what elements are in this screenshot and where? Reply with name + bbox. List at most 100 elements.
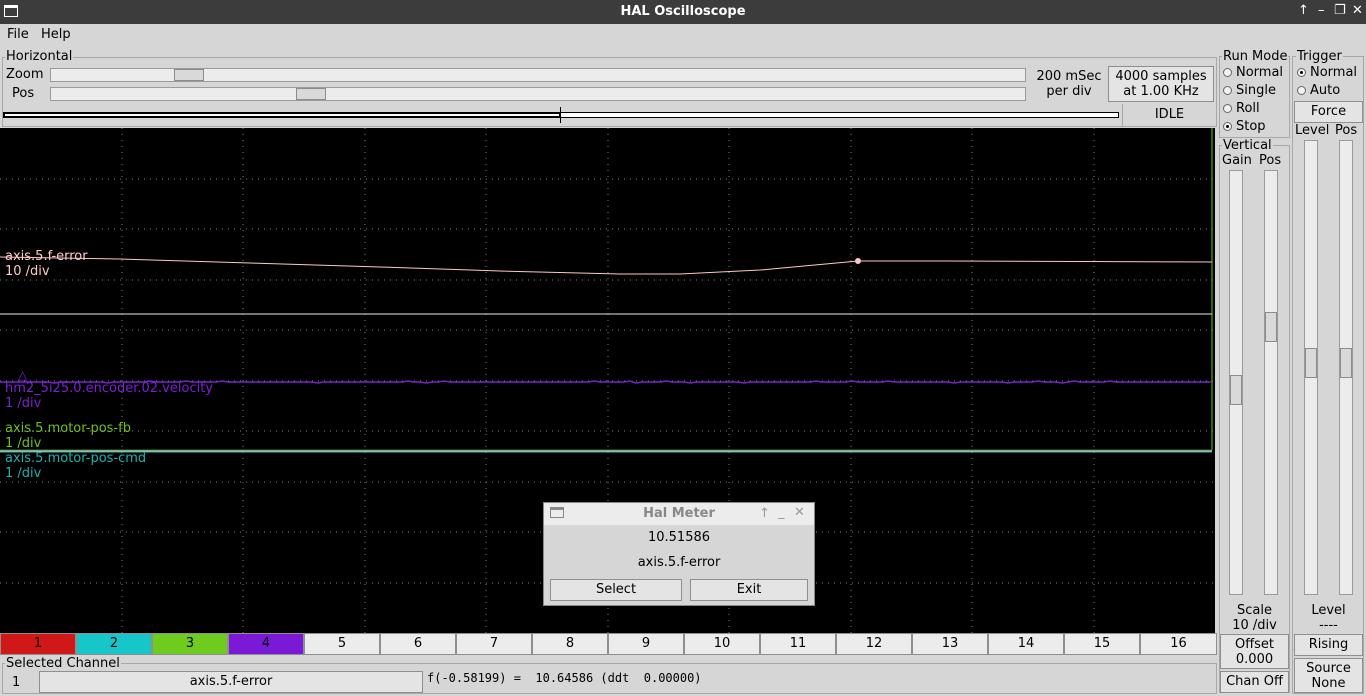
run-mode-label: Run Mode: [1222, 49, 1289, 64]
radio-indicator: [1297, 68, 1306, 77]
channel-button-3[interactable]: 3: [152, 633, 228, 655]
vertical-label: Vertical: [1222, 138, 1273, 153]
trigger-label: Trigger: [1296, 49, 1343, 64]
trigger-edge-button[interactable]: Rising: [1294, 634, 1363, 656]
trigger-pos-slider[interactable]: [1339, 140, 1353, 595]
hal-meter-close-icon[interactable]: ✕: [794, 505, 805, 520]
hal-meter-minimize-icon[interactable]: _: [778, 505, 785, 520]
radio-indicator: [1223, 104, 1232, 113]
minimize-icon[interactable]: –: [1318, 3, 1325, 18]
hal-meter-title: Hal Meter: [544, 503, 814, 525]
channel-button-12[interactable]: 12: [836, 633, 912, 655]
selected-channel-readout: f(-0.58199) = 10.64586 (ddt 0.00000): [427, 671, 702, 685]
vertical-scale-readout: Scale 10 /div: [1232, 603, 1277, 633]
hal-meter-window-icon[interactable]: [550, 507, 564, 518]
channel-button-16[interactable]: 16: [1140, 633, 1217, 655]
trigger-level-slider[interactable]: [1304, 140, 1318, 595]
trigger-pos-label: Pos: [1335, 123, 1358, 138]
selected-channel-label: Selected Channel: [5, 656, 121, 671]
pos-slider[interactable]: [50, 87, 1026, 101]
channel-button-6[interactable]: 6: [380, 633, 456, 655]
trigger-marker-icon: △: [18, 368, 28, 382]
radio-label: Auto: [1310, 83, 1341, 98]
samples-button[interactable]: 4000 samples at 1.00 KHz: [1108, 66, 1214, 102]
radio-label: Single: [1236, 83, 1276, 98]
chan-off-button[interactable]: Chan Off: [1220, 671, 1289, 693]
hal-meter-keep-above-icon[interactable]: ↑: [759, 506, 770, 521]
close-icon[interactable]: ✕: [1352, 3, 1363, 18]
window-title: HAL Oscilloscope: [620, 4, 746, 19]
menu-file[interactable]: File: [7, 27, 29, 42]
run-mode-radio-roll[interactable]: Roll: [1223, 101, 1260, 116]
hal-meter-window: Hal Meter ↑ _ ✕ 10.51586 axis.5.f-error …: [543, 502, 815, 606]
radio-label: Normal: [1236, 65, 1284, 80]
radio-indicator: [1297, 86, 1306, 95]
record-window: [4, 113, 560, 117]
channel-button-2[interactable]: 2: [76, 633, 152, 655]
horizontal-label: Horizontal: [5, 49, 74, 64]
channel-button-1[interactable]: 1: [0, 633, 76, 655]
pos-label: Pos: [12, 86, 35, 101]
channel-button-15[interactable]: 15: [1064, 633, 1140, 655]
vertical-gain-label: Gain: [1222, 153, 1252, 168]
radio-label: Normal: [1310, 65, 1358, 80]
radio-label: Roll: [1236, 101, 1260, 116]
trace-f-error: [0, 256, 1213, 275]
hal-meter-exit-button[interactable]: Exit: [690, 579, 808, 601]
hal-meter-signal: axis.5.f-error: [637, 555, 721, 570]
hal-meter-value: 10.51586: [647, 530, 711, 545]
timebase-readout: 200 mSec per div: [1036, 69, 1102, 99]
record-marker: [560, 107, 561, 123]
trigger-radio-auto[interactable]: Auto: [1297, 83, 1340, 98]
channel-button-9[interactable]: 9: [608, 633, 684, 655]
trigger-radio-normal[interactable]: Normal: [1297, 65, 1357, 80]
channel-2-label: axis.5.motor-pos-cmd 1 /div: [5, 451, 147, 481]
run-mode-radio-single[interactable]: Single: [1223, 83, 1276, 98]
channel-button-5[interactable]: 5: [304, 633, 380, 655]
menu-bar: File Help: [0, 24, 1366, 46]
zoom-slider-thumb[interactable]: [174, 69, 204, 81]
channel-button-4[interactable]: 4: [228, 633, 304, 655]
keep-above-icon[interactable]: ↑: [1298, 3, 1309, 18]
radio-label: Stop: [1236, 119, 1266, 134]
trigger-source-button[interactable]: Source None: [1294, 658, 1363, 693]
title-bar: HAL Oscilloscope ↑ – ❐ ✕: [0, 0, 1366, 24]
run-mode-radio-normal[interactable]: Normal: [1223, 65, 1283, 80]
channel-button-14[interactable]: 14: [988, 633, 1064, 655]
status-label: IDLE: [1122, 104, 1216, 126]
hal-meter-select-button[interactable]: Select: [550, 579, 682, 601]
selected-channel-number: 1: [12, 675, 21, 690]
trigger-level-readout: Level ----: [1311, 603, 1346, 633]
vertical-gain-slider-thumb[interactable]: [1230, 375, 1242, 405]
zoom-slider[interactable]: [50, 68, 1026, 82]
cursor-dot: [855, 258, 861, 264]
trigger-group: [1292, 56, 1364, 694]
maximize-icon[interactable]: ❐: [1334, 3, 1346, 18]
channel-1-label: axis.5.f-error 10 /div: [5, 249, 88, 279]
run-mode-radio-stop[interactable]: Stop: [1223, 119, 1266, 134]
radio-indicator: [1223, 122, 1232, 131]
channel-button-8[interactable]: 8: [532, 633, 608, 655]
channel-button-7[interactable]: 7: [456, 633, 532, 655]
channel-button-11[interactable]: 11: [760, 633, 836, 655]
trigger-level-slider-thumb[interactable]: [1305, 348, 1317, 378]
vertical-pos-slider[interactable]: [1264, 170, 1278, 595]
channel-4-label: hm2_5i25.0.encoder.02.velocity 1 /div: [5, 381, 213, 411]
channel-button-13[interactable]: 13: [912, 633, 988, 655]
radio-indicator: [1223, 86, 1232, 95]
trigger-level-label: Level: [1295, 123, 1330, 138]
force-button[interactable]: Force: [1294, 101, 1363, 123]
channel-3-label: axis.5.motor-pos-fb 1 /div: [5, 421, 131, 451]
trigger-pos-slider-thumb[interactable]: [1340, 348, 1352, 378]
vertical-pos-label: Pos: [1259, 153, 1282, 168]
channel-button-10[interactable]: 10: [684, 633, 760, 655]
vertical-gain-slider[interactable]: [1229, 170, 1243, 595]
record-bar: [3, 107, 1119, 123]
menu-help[interactable]: Help: [41, 27, 71, 42]
vertical-offset-button[interactable]: Offset 0.000: [1220, 634, 1289, 669]
radio-indicator: [1223, 68, 1232, 77]
selected-channel-source-button[interactable]: axis.5.f-error: [39, 671, 423, 693]
pos-slider-thumb[interactable]: [296, 88, 326, 100]
zoom-label: Zoom: [6, 67, 44, 82]
vertical-pos-slider-thumb[interactable]: [1265, 312, 1277, 342]
